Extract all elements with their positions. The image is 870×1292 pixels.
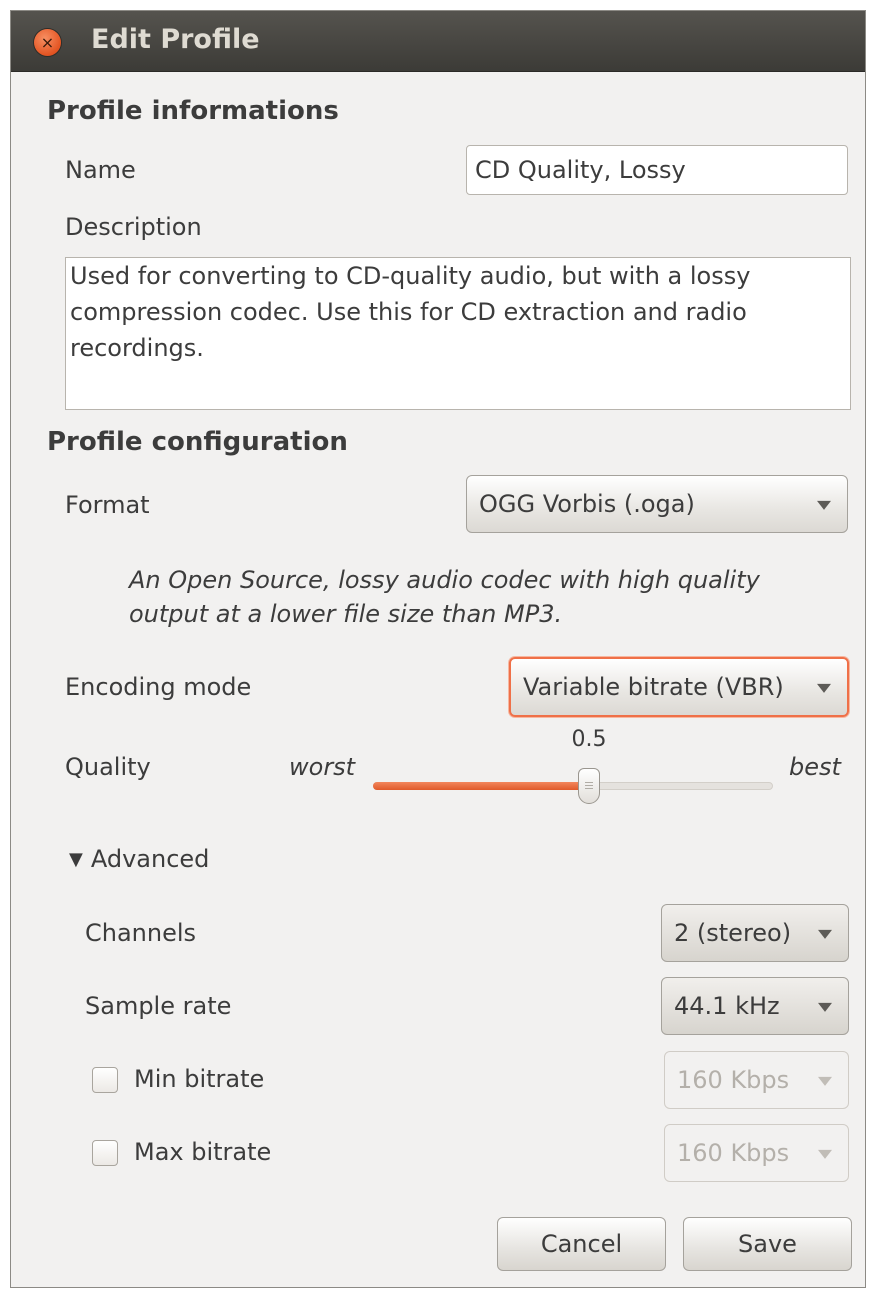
max-bitrate-label: Max bitrate [134,1138,272,1166]
quality-slider-fill [373,782,589,790]
chevron-down-icon [817,500,831,510]
format-dropdown[interactable]: OGG Vorbis (.oga) [466,475,848,533]
quality-best-label: best [789,753,841,781]
format-description: An Open Source, lossy audio codec with h… [129,566,760,628]
quality-label: Quality [65,753,151,781]
sample-rate-dropdown[interactable]: 44.1 kHz [661,977,849,1035]
chevron-down-icon [818,1076,832,1086]
description-textarea[interactable]: Used for converting to CD-quality audio,… [65,257,851,410]
channels-dropdown-value: 2 (stereo) [674,919,792,947]
chevron-down-icon [818,1149,832,1159]
channels-dropdown[interactable]: 2 (stereo) [661,904,849,962]
format-label: Format [65,491,150,519]
section-profile-informations: Profile informations [47,96,339,126]
advanced-expander[interactable]: ▼ Advanced [69,845,209,873]
close-icon[interactable]: × [34,29,61,56]
max-bitrate-dropdown-value: 160 Kbps [677,1139,790,1167]
channels-label: Channels [85,919,197,947]
cancel-button[interactable]: Cancel [497,1217,666,1271]
name-field[interactable]: CD Quality, Lossy [466,145,848,195]
min-bitrate-checkbox[interactable] [92,1067,118,1093]
advanced-expander-label: Advanced [90,845,210,873]
max-bitrate-dropdown[interactable]: 160 Kbps [664,1124,849,1182]
sample-rate-label: Sample rate [85,992,232,1020]
min-bitrate-label: Min bitrate [134,1065,265,1093]
chevron-down-icon [818,929,832,939]
name-label: Name [65,156,136,184]
chevron-down-icon [818,1002,832,1012]
max-bitrate-checkbox[interactable] [92,1140,118,1166]
encoding-mode-dropdown[interactable]: Variable bitrate (VBR) [509,657,849,717]
quality-slider-handle[interactable] [578,768,600,804]
encoding-mode-dropdown-value: Variable bitrate (VBR) [523,673,784,701]
expander-triangle-icon: ▼ [69,849,83,870]
min-bitrate-dropdown[interactable]: 160 Kbps [664,1051,849,1109]
edit-profile-dialog: × Edit Profile Profile informations Name… [10,10,866,1288]
section-profile-configuration: Profile configuration [47,427,348,457]
quality-worst-label: worst [289,753,356,781]
save-button[interactable]: Save [683,1217,852,1271]
format-dropdown-value: OGG Vorbis (.oga) [479,490,695,518]
encoding-mode-label: Encoding mode [65,673,252,701]
min-bitrate-dropdown-value: 160 Kbps [677,1066,790,1094]
quality-value: 0.5 [571,727,607,752]
sample-rate-dropdown-value: 44.1 kHz [674,992,780,1020]
description-label: Description [65,213,202,241]
title-bar: × Edit Profile [11,11,865,72]
chevron-down-icon [817,683,831,693]
window-title: Edit Profile [91,24,260,55]
